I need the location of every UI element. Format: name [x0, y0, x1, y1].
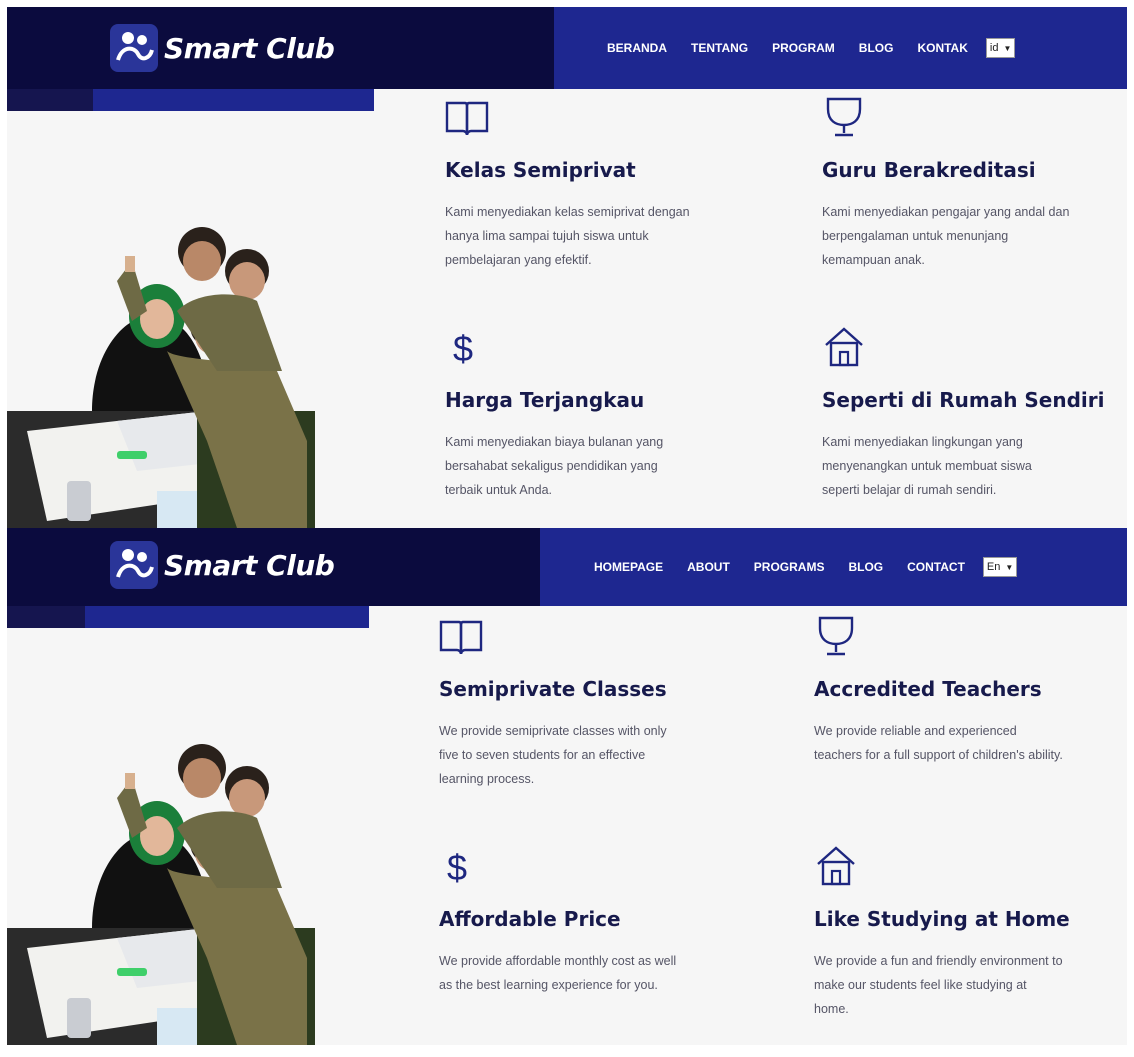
dollar-icon: $	[447, 847, 467, 888]
feature-title: Seperti di Rumah Sendiri	[822, 388, 1105, 412]
chevron-down-icon: ▼	[1003, 43, 1012, 53]
nav-item-programs[interactable]: PROGRAMS	[754, 560, 825, 574]
feature-description: We provide a fun and friendly environmen…	[814, 954, 1063, 1016]
feature-description: Kami menyediakan pengajar yang andal dan…	[822, 205, 1070, 267]
site-header: Smart Club HOMEPAGE ABOUT PROGRAMS BLOG …	[7, 528, 1127, 606]
language-select-value: id	[989, 42, 999, 54]
book-icon	[439, 620, 483, 655]
logo-text: Smart Club	[164, 548, 335, 582]
feature-accredited-teachers: Guru Berakreditasi Kami menyediakan peng…	[822, 95, 1122, 272]
chevron-down-icon: ▼	[1005, 562, 1014, 572]
logo-mark-icon	[110, 24, 158, 72]
nav-item-tentang[interactable]: TENTANG	[691, 41, 748, 55]
nav-item-about[interactable]: ABOUT	[687, 560, 730, 574]
nav-item-blog[interactable]: BLOG	[859, 41, 894, 55]
feature-semiprivate-classes: Kelas Semiprivat Kami menyediakan kelas …	[445, 95, 745, 272]
house-icon	[817, 846, 855, 886]
hero-accent-bar	[7, 89, 374, 111]
feature-like-home: Seperti di Rumah Sendiri Kami menyediaka…	[822, 325, 1122, 502]
teacher-students-photo	[7, 628, 325, 1045]
nav-item-program[interactable]: PROGRAM	[772, 41, 835, 55]
language-select[interactable]: En ▼	[982, 557, 1018, 577]
main-nav: BERANDA TENTANG PROGRAM BLOG KONTAK id ▼	[607, 7, 1016, 89]
feature-description: Kami menyediakan kelas semiprivat dengan…	[445, 205, 690, 267]
feature-description: Kami menyediakan biaya bulanan yang bers…	[445, 435, 664, 497]
language-select[interactable]: id ▼	[985, 38, 1016, 58]
hero-accent-dark	[7, 89, 93, 111]
dollar-icon: $	[453, 328, 473, 369]
main-nav: HOMEPAGE ABOUT PROGRAMS BLOG CONTACT En …	[594, 528, 1018, 606]
feature-description: We provide semiprivate classes with only…	[439, 724, 667, 786]
feature-affordable-price: $ Harga Terjangkau Kami menyediakan biay…	[445, 325, 745, 502]
site-logo[interactable]: Smart Club	[110, 540, 335, 590]
logo-mark-icon	[110, 541, 158, 589]
english-page-panel: Smart Club HOMEPAGE ABOUT PROGRAMS BLOG …	[7, 528, 1127, 1045]
house-icon	[825, 327, 863, 367]
hero-accent-dark	[7, 606, 85, 628]
feature-title: Kelas Semiprivat	[445, 158, 636, 182]
feature-title: Harga Terjangkau	[445, 388, 645, 412]
indonesian-page-panel: Smart Club BERANDA TENTANG PROGRAM BLOG …	[7, 7, 1127, 528]
feature-semiprivate-classes: Semiprivate Classes We provide semipriva…	[439, 614, 739, 791]
nav-item-kontak[interactable]: KONTAK	[917, 41, 967, 55]
teacher-students-photo	[7, 111, 325, 528]
svg-text:$: $	[447, 847, 467, 888]
nav-item-beranda[interactable]: BERANDA	[607, 41, 667, 55]
nav-item-homepage[interactable]: HOMEPAGE	[594, 560, 663, 574]
feature-like-home: Like Studying at Home We provide a fun a…	[814, 844, 1114, 1021]
hero-accent-bar	[7, 606, 369, 628]
site-header: Smart Club BERANDA TENTANG PROGRAM BLOG …	[7, 7, 1127, 89]
feature-title: Like Studying at Home	[814, 907, 1070, 931]
nav-item-contact[interactable]: CONTACT	[907, 560, 965, 574]
feature-accredited-teachers: Accredited Teachers We provide reliable …	[814, 614, 1114, 767]
feature-title: Guru Berakreditasi	[822, 158, 1036, 182]
svg-text:$: $	[453, 328, 473, 369]
feature-description: We provide affordable monthly cost as we…	[439, 954, 677, 992]
feature-affordable-price: $ Affordable Price We provide affordable…	[439, 844, 739, 997]
trophy-icon	[826, 97, 862, 137]
feature-description: Kami menyediakan lingkungan yang menyena…	[822, 435, 1032, 497]
logo-text: Smart Club	[164, 31, 335, 65]
nav-item-blog[interactable]: BLOG	[848, 560, 883, 574]
trophy-icon	[818, 616, 854, 656]
language-select-value: En	[986, 561, 1001, 573]
book-icon	[445, 101, 489, 136]
feature-title: Accredited Teachers	[814, 677, 1042, 701]
feature-title: Semiprivate Classes	[439, 677, 667, 701]
site-logo[interactable]: Smart Club	[110, 23, 335, 73]
feature-title: Affordable Price	[439, 907, 621, 931]
feature-description: We provide reliable and experienced teac…	[814, 724, 1063, 762]
